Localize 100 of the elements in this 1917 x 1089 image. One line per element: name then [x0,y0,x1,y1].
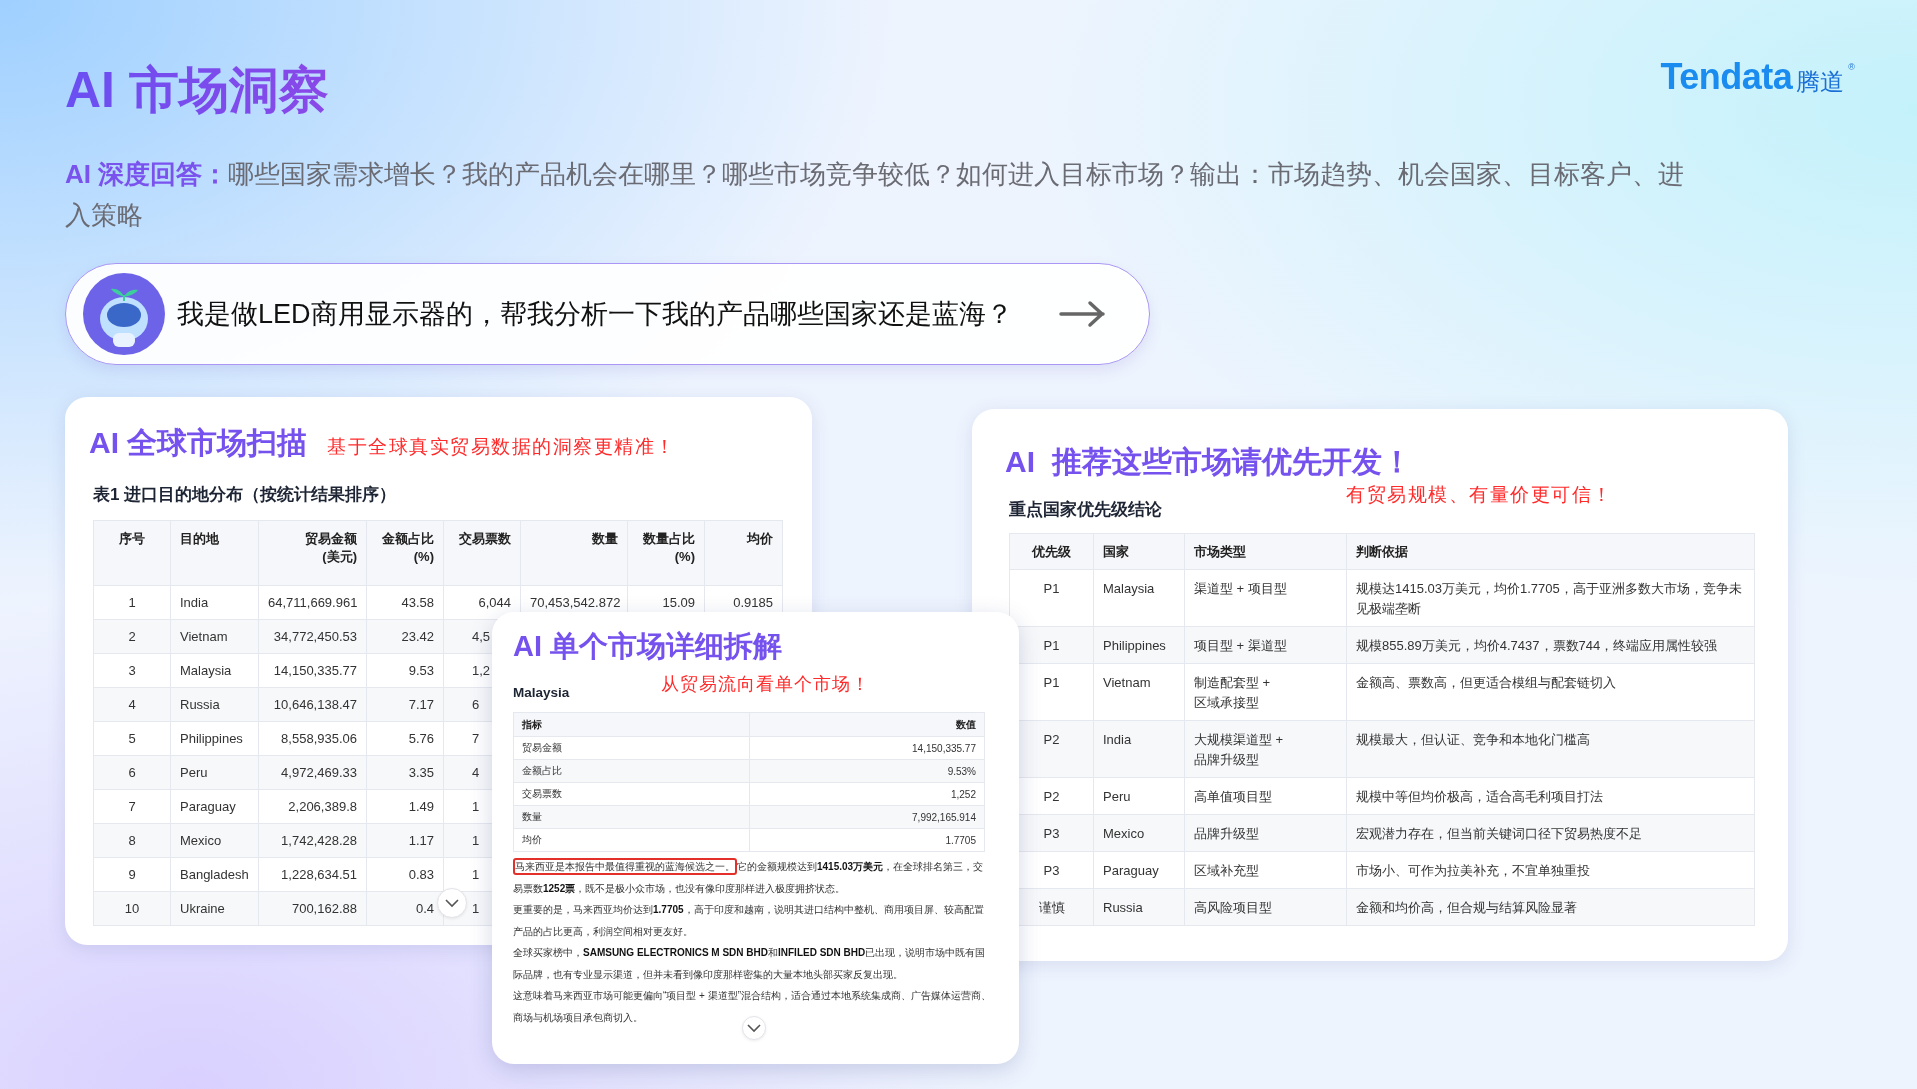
column-header: 优先级 [1009,533,1094,570]
table-cell: 64,711,669.961 [258,585,367,620]
tagline: 有贸易规模、有量价更可信！ [1346,483,1613,507]
table-cell: 1,742,428.28 [258,823,367,858]
column-header: 判断依据 [1346,533,1755,570]
column-header: 贸易金额 (美元) [258,520,367,586]
card-title: AI 全球市场扫描 [89,425,308,461]
table-cell: Malaysia [1093,569,1185,627]
table-cell: Philippines [170,721,259,756]
column-header: 均价 [704,520,783,586]
logo-wordmark: Tendata [1660,56,1793,98]
column-header: 数量占比 (%) [627,520,705,586]
table-cell: 渠道型 + 项目型 [1184,569,1347,627]
table-cell: India [1093,720,1185,778]
table-cell: 0.83 [366,857,444,892]
table-cell: 14,150,335.77 [749,736,985,760]
mascot-avatar-icon [83,273,165,355]
table-cell: 交易票数 [513,782,749,806]
table-cell: Bangladesh [170,857,259,892]
table-cell: 1.17 [366,823,444,858]
table-cell: 品牌升级型 [1184,814,1347,852]
table-cell: 宏观潜力存在，但当前关键词口径下贸易热度不足 [1346,814,1755,852]
table-cell: 8,558,935.06 [258,721,367,756]
column-header: 序号 [93,520,171,586]
table-cell: 市场小、可作为拉美补充，不宜单独重投 [1346,851,1755,889]
column-header: 数值 [749,712,985,737]
table-cell: 大规模渠道型 + 品牌升级型 [1184,720,1347,778]
column-header: 指标 [513,712,749,737]
table-cell: 高风险项目型 [1184,888,1347,926]
table-cell: Peru [170,755,259,790]
table-cell: 14,150,335.77 [258,653,367,688]
table-cell: 均价 [513,828,749,852]
column-header: 目的地 [170,520,259,586]
table-cell: 金额和均价高，但合规与结算风险显著 [1346,888,1755,926]
column-header: 金额占比 (%) [366,520,444,586]
table-cell: Peru [1093,777,1185,815]
table-cell: 规模最大，但认证、竞争和本地化门槛高 [1346,720,1755,778]
table-cell: Philippines [1093,626,1185,664]
table-cell: 规模中等但均价极高，适合高毛利项目打法 [1346,777,1755,815]
table-cell: 23.42 [366,619,444,654]
table-cell: 2,206,389.8 [258,789,367,824]
registered-mark: ® [1848,62,1855,72]
table-cell: Vietnam [1093,663,1185,721]
table-cell: 区域补充型 [1184,851,1347,889]
table-cell: Malaysia [170,653,259,688]
table-cell: 1.7705 [749,828,985,852]
table-cell: India [170,585,259,620]
table-cell: 贸易金额 [513,736,749,760]
prompt-text[interactable]: 我是做LED商用显示器的，帮我分析一下我的产品哪些国家还是蓝海？ [177,296,1057,332]
table-cell: Russia [170,687,259,722]
table-cell: 1 [93,585,171,620]
column-header: 交易票数 [443,520,521,586]
table-cell: 制造配套型 + 区域承接型 [1184,663,1347,721]
table-cell: Mexico [1093,814,1185,852]
tagline: 从贸易流向看单个市场！ [661,673,871,696]
table-cell: 7,992,165.914 [749,805,985,829]
table-cell: 4,972,469.33 [258,755,367,790]
table-cell: 金额占比 [513,759,749,783]
table-cell: 10,646,138.47 [258,687,367,722]
paragraph-text: 全球买家榜中，SAMSUNG ELECTRONICS M SDN BHD和INFILED SDN BHD已出现，说明市场中既有国际品牌，也有专业显示渠道，但并未看到像印度那样密集的大量本地头部买家反复出现。 [513,946,987,982]
table-cell: 3 [93,653,171,688]
table-cell: Mexico [170,823,259,858]
table-cell: 规模855.89万美元，均价4.7437，票数744，终端应用属性较强 [1346,626,1755,664]
table-cell: Paraguay [170,789,259,824]
table-cell: 4 [93,687,171,722]
table-cell: 9 [93,857,171,892]
table-cell: 规模达1415.03万美元，均价1.7705，高于亚洲多数大市场，竞争未见极端垄断 [1346,569,1755,627]
table-cell: 10 [93,891,171,926]
table-cell: Ukraine [170,891,259,926]
scroll-down-button[interactable] [742,1016,766,1040]
column-header: 市场类型 [1184,533,1347,570]
table-cell: 1,252 [749,782,985,806]
table-cell: 数量 [513,805,749,829]
tagline: 基于全球真实贸易数据的洞察更精准！ [327,435,676,459]
table-cell: 9.53% [749,759,985,783]
card-title: AI 推荐这些市场请优先开发！ [1005,445,1412,478]
table-cell: Russia [1093,888,1185,926]
table-cell: 34,772,450.53 [258,619,367,654]
table-cell: 高单值项目型 [1184,777,1347,815]
subtitle-text: AI 深度回答：哪些国家需求增长？我的产品机会在哪里？哪些市场竞争较低？如何进入目标市场？输出：市场趋势、机会国家、目标客户、进入策略 [65,158,1686,232]
table-cell: 金额高、票数高，但更适合模组与配套链切入 [1346,663,1755,721]
column-header: 数量 [520,520,628,586]
logo-chinese-name: 腾道 [1796,67,1845,97]
table-cell: 43.58 [366,585,444,620]
chevron-down-icon [445,898,459,908]
paragraph-text: 这意味着马来西亚市场可能更偏向“项目型 + 渠道型”混合结构，适合通过本地系统集成商、广告媒体运营商、商场与机场项目承包商切入。 [513,989,993,1025]
table-title: 表1 进口目的地分布（按统计结果排序） [93,484,398,506]
table-cell: Vietnam [170,619,259,654]
table-cell: 1.49 [366,789,444,824]
table-cell: Paraguay [1093,851,1185,889]
table-cell: 2 [93,619,171,654]
table-cell: 7 [93,789,171,824]
table-cell: 8 [93,823,171,858]
table-cell: 700,162.88 [258,891,367,926]
table-cell: 项目型 + 渠道型 [1184,626,1347,664]
table-cell: 3.35 [366,755,444,790]
table-cell: 6 [93,755,171,790]
table-cell: 5.76 [366,721,444,756]
chevron-down-icon [747,1023,761,1033]
table-cell: 7.17 [366,687,444,722]
